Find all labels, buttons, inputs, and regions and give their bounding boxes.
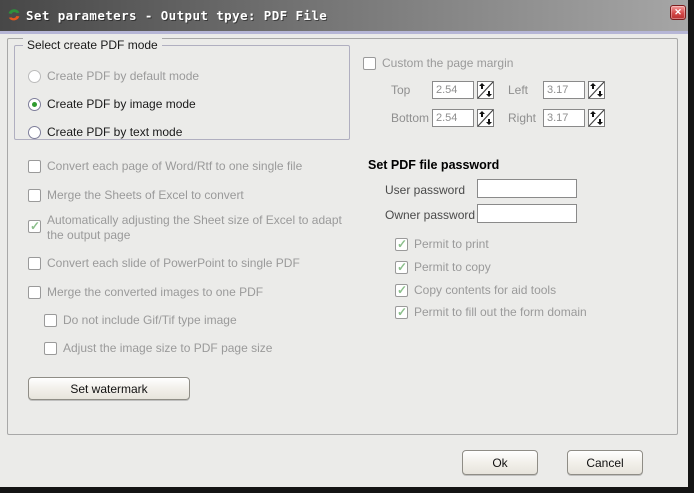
checkbox-icon[interactable] bbox=[395, 283, 408, 297]
checkbox-label: Copy contents for aid tools bbox=[414, 283, 557, 297]
checkbox-copy-aid-tools[interactable]: Copy contents for aid tools bbox=[395, 283, 557, 298]
margin-bottom-label: Bottom bbox=[391, 111, 430, 125]
checkbox-label: Adjust the image size to PDF page size bbox=[63, 341, 273, 355]
checkbox-label: Automatically adjusting the Sheet size o… bbox=[47, 213, 342, 242]
checkbox-icon[interactable] bbox=[395, 237, 408, 251]
title-bar[interactable]: Set parameters - Output tpye: PDF File bbox=[0, 0, 688, 31]
checkbox-icon[interactable] bbox=[28, 286, 41, 299]
checkbox-label: Do not include Gif/Tif type image bbox=[63, 313, 237, 327]
checkbox-custom-margin[interactable]: Custom the page margin bbox=[363, 56, 514, 71]
radio-image-mode[interactable]: Create PDF by image mode bbox=[28, 97, 196, 112]
checkbox-icon[interactable] bbox=[28, 257, 41, 270]
margin-left-spinner-icon[interactable] bbox=[588, 81, 605, 102]
checkbox-label: Custom the page margin bbox=[382, 56, 514, 70]
margin-bottom-input[interactable] bbox=[432, 109, 474, 127]
checkbox-permit-copy[interactable]: Permit to copy bbox=[395, 260, 491, 275]
checkbox-label: Merge the converted images to one PDF bbox=[47, 285, 264, 299]
radio-text-mode[interactable]: Create PDF by text mode bbox=[28, 125, 183, 140]
checkbox-auto-adjust-sheet[interactable]: Automatically adjusting the Sheet size o… bbox=[28, 213, 348, 243]
owner-password-input[interactable] bbox=[477, 204, 577, 223]
window-title: Set parameters - Output tpye: PDF File bbox=[26, 8, 328, 23]
checkbox-exclude-gif-tif[interactable]: Do not include Gif/Tif type image bbox=[44, 313, 237, 328]
checkbox-adjust-image-size[interactable]: Adjust the image size to PDF page size bbox=[44, 341, 273, 356]
radio-label: Create PDF by image mode bbox=[47, 97, 196, 111]
close-icon[interactable]: ✕ bbox=[670, 5, 686, 20]
checkbox-icon[interactable] bbox=[28, 160, 41, 173]
checkbox-label: Merge the Sheets of Excel to convert bbox=[47, 188, 244, 202]
password-section-title: Set PDF file password bbox=[368, 158, 500, 172]
margin-right-label: Right bbox=[508, 111, 537, 125]
checkbox-icon[interactable] bbox=[28, 189, 41, 202]
radio-icon[interactable] bbox=[28, 126, 41, 139]
titlebar-accent-strip bbox=[0, 31, 688, 34]
ok-button[interactable]: Ok bbox=[462, 450, 538, 475]
margin-right-spinner-icon[interactable] bbox=[588, 109, 605, 130]
margin-left-input[interactable] bbox=[543, 81, 585, 99]
checkbox-icon[interactable] bbox=[44, 342, 57, 355]
margin-bottom-spinner-icon[interactable] bbox=[477, 109, 494, 130]
app-logo-icon bbox=[8, 8, 20, 20]
radio-label: Create PDF by text mode bbox=[47, 125, 183, 139]
checkbox-icon[interactable] bbox=[395, 305, 408, 319]
owner-password-label: Owner password bbox=[385, 208, 476, 222]
checkbox-word-single-file[interactable]: Convert each page of Word/Rtf to one sin… bbox=[28, 159, 303, 174]
margin-top-spinner-icon[interactable] bbox=[477, 81, 494, 102]
checkbox-merge-excel-sheets[interactable]: Merge the Sheets of Excel to convert bbox=[28, 188, 244, 203]
checkbox-icon[interactable] bbox=[44, 314, 57, 327]
user-password-label: User password bbox=[385, 183, 466, 197]
checkbox-label: Convert each page of Word/Rtf to one sin… bbox=[47, 159, 303, 173]
checkbox-label: Convert each slide of PowerPoint to sing… bbox=[47, 256, 300, 270]
user-password-input[interactable] bbox=[477, 179, 577, 198]
mode-group-title: Select create PDF mode bbox=[23, 38, 162, 52]
radio-icon[interactable] bbox=[28, 98, 41, 111]
checkbox-icon[interactable] bbox=[28, 219, 41, 233]
checkbox-label: Permit to copy bbox=[414, 260, 491, 274]
radio-label: Create PDF by default mode bbox=[47, 69, 200, 83]
checkbox-label: Permit to fill out the form domain bbox=[414, 305, 587, 319]
margin-right-input[interactable] bbox=[543, 109, 585, 127]
checkbox-fill-form-domain[interactable]: Permit to fill out the form domain bbox=[395, 305, 587, 320]
margin-left-label: Left bbox=[508, 83, 529, 97]
checkbox-merge-images[interactable]: Merge the converted images to one PDF bbox=[28, 285, 264, 300]
radio-default-mode[interactable]: Create PDF by default mode bbox=[28, 69, 200, 84]
cancel-button[interactable]: Cancel bbox=[567, 450, 643, 475]
radio-icon[interactable] bbox=[28, 70, 41, 83]
checkbox-permit-print[interactable]: Permit to print bbox=[395, 237, 489, 252]
checkbox-label: Permit to print bbox=[414, 237, 489, 251]
checkbox-ppt-single-pdf[interactable]: Convert each slide of PowerPoint to sing… bbox=[28, 256, 300, 271]
checkbox-icon[interactable] bbox=[363, 57, 376, 70]
margin-top-label: Top bbox=[391, 83, 411, 97]
dialog-window: Set parameters - Output tpye: PDF File ✕… bbox=[0, 0, 688, 487]
margin-top-input[interactable] bbox=[432, 81, 474, 99]
set-watermark-button[interactable]: Set watermark bbox=[28, 377, 190, 400]
checkbox-icon[interactable] bbox=[395, 260, 408, 274]
